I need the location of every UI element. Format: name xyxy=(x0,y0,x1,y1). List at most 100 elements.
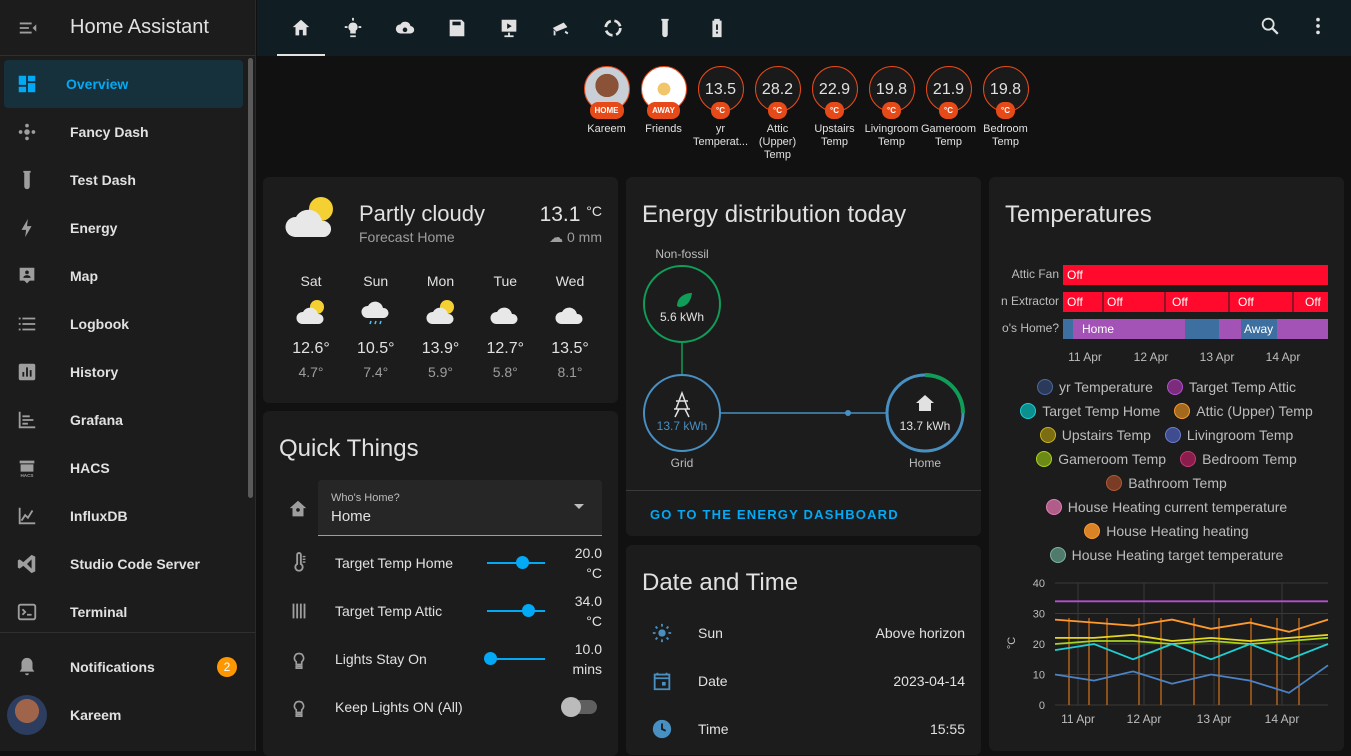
slider-knob[interactable] xyxy=(483,652,497,665)
date-row[interactable]: Date 2023-04-14 xyxy=(642,661,965,701)
keep-lights-on-toggle[interactable] xyxy=(561,697,597,717)
time-row[interactable]: Time 15:55 xyxy=(642,709,965,749)
legend-item[interactable]: Upstairs Temp xyxy=(1039,426,1151,444)
sidebar-item-label: Studio Code Server xyxy=(70,556,200,572)
y-axis-label: °C xyxy=(1006,637,1018,649)
tab-weather[interactable] xyxy=(379,0,431,56)
sidebar-item-notifications[interactable]: Notifications 2 xyxy=(0,643,255,691)
target-temp-attic-slider[interactable] xyxy=(487,604,545,617)
search-icon[interactable] xyxy=(1259,15,1281,42)
sidebar-item-terminal[interactable]: Terminal xyxy=(0,588,247,636)
vscode-icon xyxy=(0,553,54,575)
legend-item[interactable]: Livingroom Temp xyxy=(1164,426,1293,444)
rainy-icon xyxy=(361,301,389,325)
sidebar-item-label: Map xyxy=(70,268,98,284)
tab-recycle[interactable] xyxy=(587,0,639,56)
y-tick-label: 20 xyxy=(1033,639,1045,651)
sun-row[interactable]: Sun Above horizon xyxy=(642,613,965,653)
recycle-icon xyxy=(604,19,622,37)
timeline-row-label: Attic Fan xyxy=(1012,267,1059,281)
legend-label: Bathroom Temp xyxy=(1128,475,1227,491)
legend-swatch xyxy=(1049,547,1066,563)
legend-item[interactable]: Target Temp Home xyxy=(1020,402,1160,420)
legend-item[interactable]: House Heating heating xyxy=(1084,522,1249,540)
forecast-day-name: Tue xyxy=(493,273,518,289)
tab-lights[interactable] xyxy=(327,0,379,56)
radiator-icon xyxy=(279,600,319,622)
map-icon xyxy=(0,265,54,287)
badge-sensor[interactable]: 21.9 °C Gameroom Temp xyxy=(920,66,977,162)
legend-item[interactable]: Gameroom Temp xyxy=(1036,450,1166,468)
partly-cloudy-icon xyxy=(285,197,333,237)
legend-item[interactable]: Bathroom Temp xyxy=(1106,474,1227,492)
timeline-date: 11 Apr xyxy=(1068,350,1102,364)
card-title: Energy distribution today xyxy=(642,201,907,228)
row-value: 10.0 mins xyxy=(572,639,602,679)
hacs-icon-text: HACS xyxy=(21,473,34,478)
x-tick-label: 14 Apr xyxy=(1265,712,1300,726)
tab-test[interactable] xyxy=(639,0,691,56)
weather-card[interactable]: Partly cloudy Forecast Home 13.1 °C ☁ 0 … xyxy=(263,177,618,403)
slider-knob[interactable] xyxy=(515,556,529,569)
sidebar-item-fancy-dash[interactable]: Fancy Dash xyxy=(0,108,247,156)
card-title: Quick Things xyxy=(279,435,419,462)
lights-stay-on-slider[interactable] xyxy=(483,652,545,665)
sidebar-item-map[interactable]: Map xyxy=(0,252,247,300)
tab-cameras[interactable] xyxy=(535,0,587,56)
sidebar-item-energy[interactable]: Energy xyxy=(0,204,247,252)
tab-home[interactable] xyxy=(275,0,327,56)
legend-item[interactable]: Attic (Upper) Temp xyxy=(1174,402,1313,420)
sidebar-item-logbook[interactable]: Logbook xyxy=(0,300,247,348)
badge-sensor[interactable]: 19.8 °C Bedroom Temp xyxy=(977,66,1034,162)
sidebar-item-studio-code-server[interactable]: Studio Code Server xyxy=(0,540,247,588)
forecast: Sat 12.6° 4.7° Sun 10.5° 7.4° Mon 13.9° … xyxy=(279,273,602,380)
energy-dashboard-link[interactable]: GO TO THE ENERGY DASHBOARD xyxy=(626,490,981,538)
badge-person[interactable]: HOME Kareem xyxy=(578,66,635,162)
badge-sensor[interactable]: 28.2 °C Attic (Upper) Temp xyxy=(749,66,806,162)
whos-home-select[interactable]: Who's Home? Home xyxy=(318,480,602,536)
leaf-icon xyxy=(677,293,692,307)
legend-label: Gameroom Temp xyxy=(1058,451,1167,467)
sidebar-item-history[interactable]: History xyxy=(0,348,247,396)
sidebar-item-overview[interactable]: Overview xyxy=(4,60,243,108)
cloudy-icon xyxy=(490,307,518,324)
badge-sensor[interactable]: 22.9 °C Upstairs Temp xyxy=(806,66,863,162)
legend-item[interactable]: yr Temperature xyxy=(1036,378,1153,396)
legend-item[interactable]: Target Temp Attic xyxy=(1166,378,1296,396)
tab-storage[interactable] xyxy=(431,0,483,56)
sidebar-item-test-dash[interactable]: Test Dash xyxy=(0,156,247,204)
badge-name: Kareem xyxy=(587,123,626,135)
series-line-attic-upper-temp xyxy=(1054,618,1329,633)
legend-swatch xyxy=(1084,523,1101,539)
target-temp-home-slider[interactable] xyxy=(487,556,545,569)
tab-media[interactable] xyxy=(483,0,535,56)
badge-tag: HOME xyxy=(589,102,624,119)
badge-sensor[interactable]: 19.8 °C Livingroom Temp xyxy=(863,66,920,162)
badge-unit: °C xyxy=(825,102,844,119)
forecast-day-name: Wed xyxy=(555,273,585,289)
legend-item[interactable]: House Heating current temperature xyxy=(1045,498,1287,516)
badge-group[interactable]: AWAY Friends xyxy=(635,66,692,162)
home-account-icon xyxy=(287,498,309,525)
grid-label: Grid xyxy=(671,456,694,470)
sidebar-item-influxdb[interactable]: InfluxDB xyxy=(0,492,247,540)
menu-collapse-icon[interactable] xyxy=(0,17,56,39)
sidebar-scrollbar[interactable] xyxy=(248,58,253,498)
sidebar-item-hacs[interactable]: HACS HACS xyxy=(0,444,247,492)
legend-item[interactable]: Bedroom Temp xyxy=(1180,450,1297,468)
sidebar-item-user[interactable]: Kareem xyxy=(0,691,255,739)
clock-icon xyxy=(642,718,682,740)
badge-name: yr Temperat... xyxy=(692,123,749,148)
more-vert-icon[interactable] xyxy=(1307,15,1329,42)
whos-home-away-segment xyxy=(1063,319,1073,339)
tab-battery[interactable] xyxy=(691,0,743,56)
sidebar-item-grafana[interactable]: Grafana xyxy=(0,396,247,444)
row-value: 20.0 °C xyxy=(575,543,602,583)
slider-knob[interactable] xyxy=(521,604,535,617)
legend-label: Target Temp Home xyxy=(1042,403,1161,419)
legend-item[interactable]: House Heating target temperature xyxy=(1049,546,1283,564)
badge-sensor[interactable]: 13.5 °C yr Temperat... xyxy=(692,66,749,162)
legend-swatch xyxy=(1106,475,1123,491)
x-tick-label: 11 Apr xyxy=(1061,712,1095,726)
hacs-icon: HACS xyxy=(0,457,54,479)
